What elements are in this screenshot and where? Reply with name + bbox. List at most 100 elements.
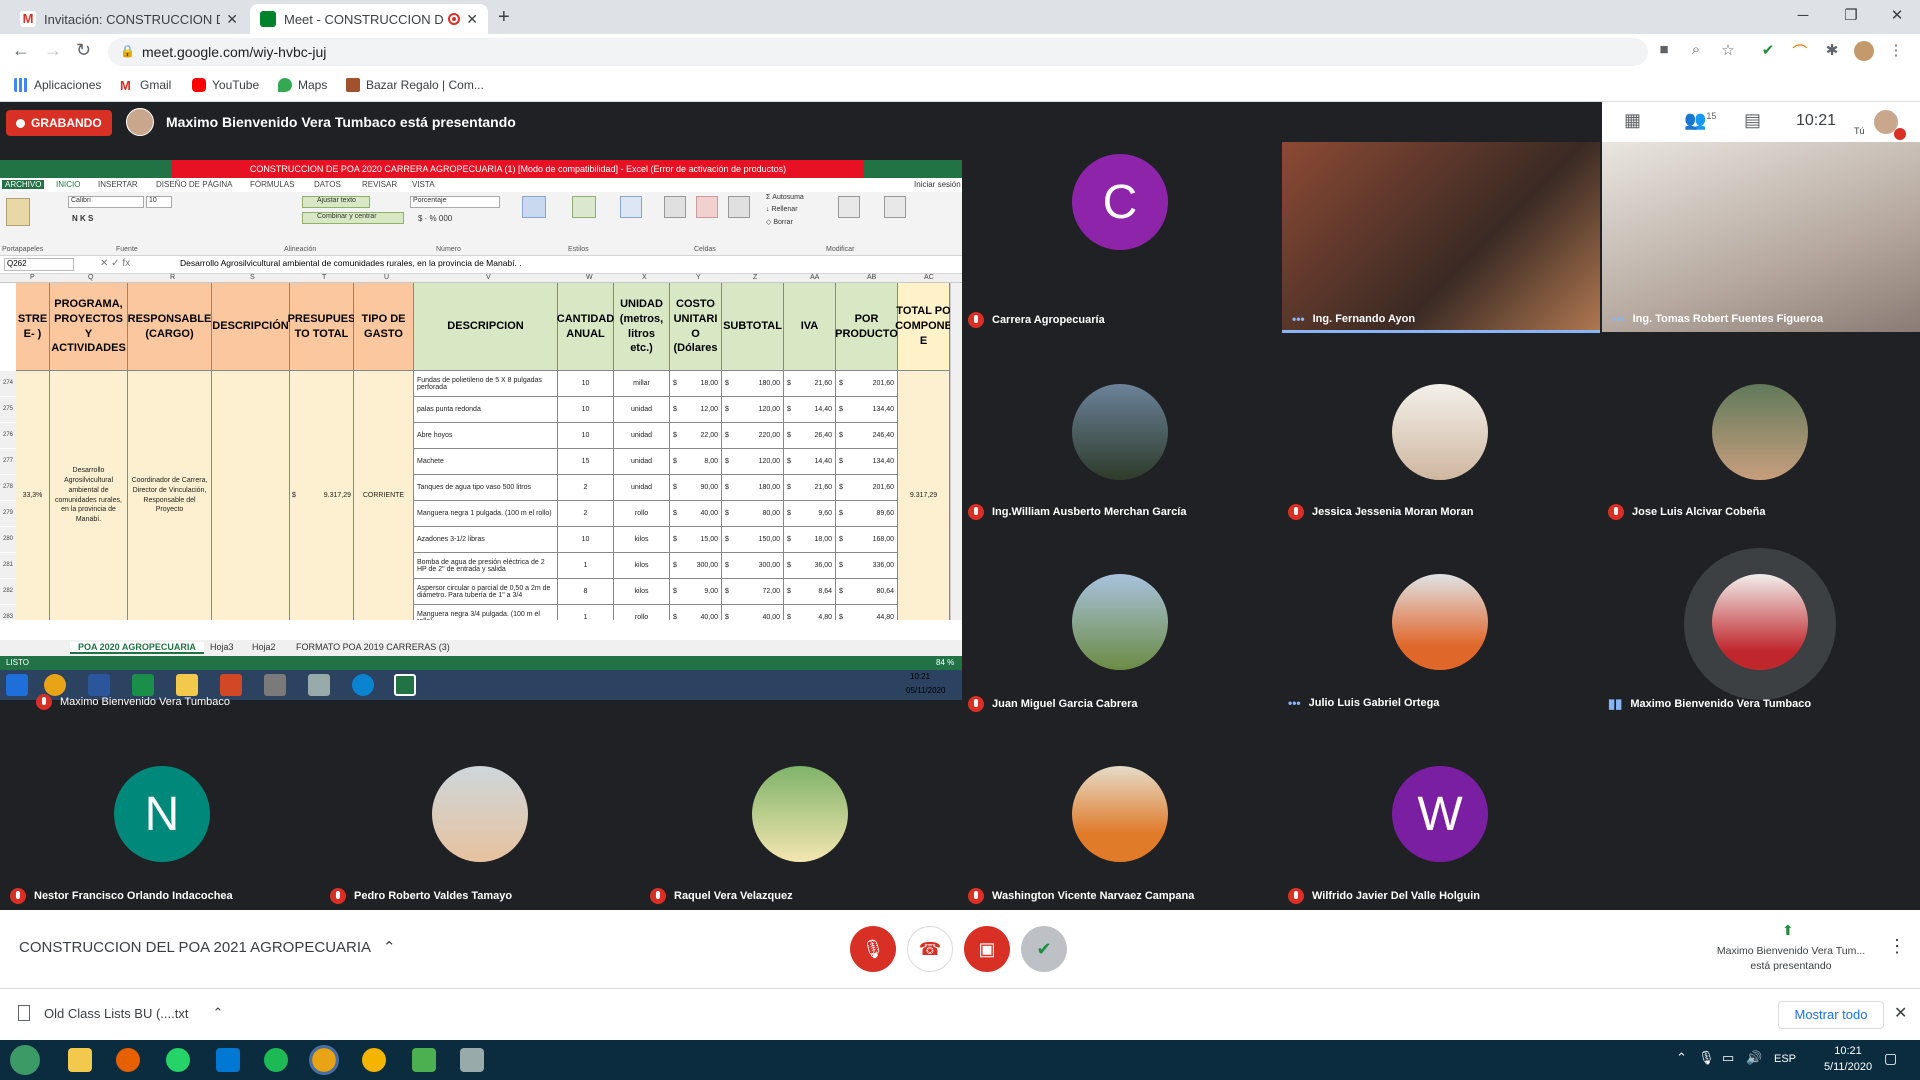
ribbon-tab-vista[interactable]: VISTA — [412, 180, 435, 189]
grid-layout-icon[interactable]: ▦ — [1624, 110, 1641, 131]
bookmark-bazar[interactable]: Bazar Regalo | Com... — [346, 78, 484, 92]
row-number[interactable]: 277 — [0, 449, 16, 474]
bold-italic-underline-icons[interactable]: N K S — [72, 214, 93, 223]
table-cell[interactable]: $9,60 — [784, 501, 836, 526]
table-cell[interactable]: Manguera negra 3/4 pulgada. (100 m el ro… — [414, 605, 558, 620]
extension-icon[interactable]: ⌒ — [1790, 41, 1810, 61]
app-icon[interactable] — [460, 1048, 484, 1072]
column-letter[interactable]: Z — [753, 274, 757, 281]
language-indicator[interactable]: ESP — [1774, 1053, 1796, 1065]
table-cell[interactable]: rollo — [614, 605, 670, 620]
table-cell[interactable]: $21,60 — [784, 475, 836, 500]
meeting-details-toggle[interactable]: CONSTRUCCION DEL POA 2021 AGROPECUARIA ⌃ — [19, 938, 396, 956]
table-cell[interactable]: millar — [614, 371, 670, 396]
volume-icon[interactable]: 🔊 — [1746, 1050, 1762, 1066]
show-all-button[interactable]: Mostrar todo — [1778, 1001, 1884, 1029]
table-cell[interactable]: $80,00 — [722, 501, 784, 526]
table-cell[interactable]: $18,00 — [784, 527, 836, 552]
clock-date[interactable]: 5/11/2020 — [1818, 1061, 1878, 1073]
forward-icon[interactable]: → — [44, 40, 62, 61]
menu-dots-icon[interactable]: ⋮ — [1886, 41, 1906, 61]
sheet-tab[interactable]: Hoja3 — [210, 642, 234, 652]
table-cell[interactable]: $40,00 — [670, 501, 722, 526]
row-number[interactable]: 280 — [0, 527, 16, 552]
zoom-icon[interactable]: ⌕ — [1686, 41, 1706, 61]
table-cell[interactable]: kilos — [614, 579, 670, 604]
start-orb-icon[interactable] — [10, 1045, 40, 1075]
profile-avatar[interactable] — [1854, 41, 1874, 61]
merge-center-button[interactable]: Combinar y centrar — [302, 212, 404, 224]
table-row[interactable]: Tanques de agua tipo vaso 500 litros 2 uni… — [414, 475, 898, 501]
more-options-icon[interactable]: ⋮ — [1888, 936, 1906, 957]
table-cell[interactable]: unidad — [614, 423, 670, 448]
tray-chevron-icon[interactable]: ⌃ — [1676, 1050, 1687, 1066]
presenting-note[interactable]: Maximo Bienvenido Vera Tum... está presen… — [1712, 944, 1870, 974]
zoom-level[interactable]: 84 % — [936, 658, 954, 667]
sort-filter-icon[interactable] — [838, 196, 860, 218]
table-cell[interactable]: $72,00 — [722, 579, 784, 604]
table-row[interactable]: Manguera negra 1 pulgada. (100 m el roll… — [414, 501, 898, 527]
table-cell[interactable]: 2 — [558, 501, 614, 526]
clock-time[interactable]: 10:21 — [1818, 1045, 1878, 1057]
row-number[interactable]: 275 — [0, 397, 16, 422]
table-cell[interactable]: kilos — [614, 527, 670, 552]
find-select-icon[interactable] — [884, 196, 906, 218]
table-cell[interactable]: Manguera negra 1 pulgada. (100 m el roll… — [414, 501, 558, 526]
format-as-table-icon[interactable] — [572, 196, 596, 218]
table-row[interactable]: Machete 15 unidad $8,00 $120,00 $14,40 $134,40 — [414, 449, 898, 475]
restore-icon[interactable]: ❐ — [1828, 0, 1874, 30]
table-cell[interactable]: $36,00 — [784, 553, 836, 578]
chrome-icon[interactable] — [309, 1045, 339, 1075]
clear-button[interactable]: ◇ Borrar — [766, 218, 793, 226]
tab-meet[interactable]: Meet - CONSTRUCCION DEL ✕ — [250, 4, 488, 34]
table-cell[interactable]: $180,00 — [722, 371, 784, 396]
row-number[interactable]: 276 — [0, 423, 16, 448]
table-row[interactable]: Fundas de polietileno de 5 X 8 pulgadas … — [414, 371, 898, 397]
table-row[interactable]: Azadones 3-1/2 libras 10 kilos $15,00 $150,0… — [414, 527, 898, 553]
sheet-tab[interactable]: FORMATO POA 2019 CARRERAS (3) — [296, 642, 450, 652]
close-tab-icon[interactable]: ✕ — [466, 11, 478, 28]
ribbon-tab-revisar[interactable]: REVISAR — [362, 180, 397, 189]
table-cell[interactable]: $15,00 — [670, 527, 722, 552]
table-cell[interactable]: $44,80 — [836, 605, 898, 620]
table-cell[interactable]: 8 — [558, 579, 614, 604]
column-letter[interactable]: U — [384, 274, 389, 281]
column-letter[interactable]: P — [30, 274, 35, 281]
table-cell[interactable]: Machete — [414, 449, 558, 474]
table-cell[interactable]: $14,40 — [784, 449, 836, 474]
vertical-scrollbar[interactable] — [950, 283, 962, 620]
table-cell[interactable]: $201,60 — [836, 371, 898, 396]
table-cell[interactable]: $150,00 — [722, 527, 784, 552]
delete-cells-icon[interactable] — [696, 196, 718, 218]
table-cell[interactable]: Aspersor circular o parcial de 0,50 a 2m… — [414, 579, 558, 604]
table-cell[interactable]: unidad — [614, 397, 670, 422]
table-cell[interactable]: 10 — [558, 527, 614, 552]
reload-icon[interactable]: ↻ — [76, 40, 91, 61]
column-letter[interactable]: AB — [867, 274, 876, 281]
table-cell[interactable]: $8,64 — [784, 579, 836, 604]
table-cell[interactable]: $300,00 — [722, 553, 784, 578]
table-cell[interactable]: $21,60 — [784, 371, 836, 396]
download-item[interactable]: Old Class Lists BU (....txt ⌃ — [18, 1005, 223, 1021]
bookmark-apps[interactable]: Aplicaciones — [14, 78, 101, 92]
url-field[interactable]: 🔒 meet.google.com/wiy-hvbc-juj — [108, 38, 1648, 66]
spreadsheet-grid[interactable]: STRE E- ) PROGRAMA, PROYECTOS Y ACTIVIDA… — [0, 283, 950, 620]
table-cell[interactable]: 10 — [558, 371, 614, 396]
app-icon[interactable] — [216, 1048, 240, 1072]
table-cell[interactable]: Bomba de agua de presión eléctrica de 2 … — [414, 553, 558, 578]
row-number[interactable]: 278 — [0, 475, 16, 500]
table-cell[interactable]: $80,64 — [836, 579, 898, 604]
back-icon[interactable]: ← — [12, 40, 30, 61]
chat-icon[interactable]: ▤ — [1744, 110, 1761, 131]
table-cell[interactable]: 15 — [558, 449, 614, 474]
table-cell[interactable]: $9,00 — [670, 579, 722, 604]
bookmark-gmail[interactable]: M Gmail — [120, 78, 171, 93]
fill-button[interactable]: ↓ Rellenar — [766, 206, 798, 213]
table-cell[interactable]: Azadones 3-1/2 libras — [414, 527, 558, 552]
spotify-icon[interactable] — [264, 1048, 288, 1072]
notifications-icon[interactable]: ▢ — [1884, 1050, 1897, 1067]
table-row[interactable]: Manguera negra 3/4 pulgada. (100 m el ro… — [414, 605, 898, 620]
extension-check-button[interactable]: ✔ — [1021, 926, 1067, 972]
camera-toggle-button[interactable]: ▣ — [964, 926, 1010, 972]
table-row[interactable]: Aspersor circular o parcial de 0,50 a 2m… — [414, 579, 898, 605]
